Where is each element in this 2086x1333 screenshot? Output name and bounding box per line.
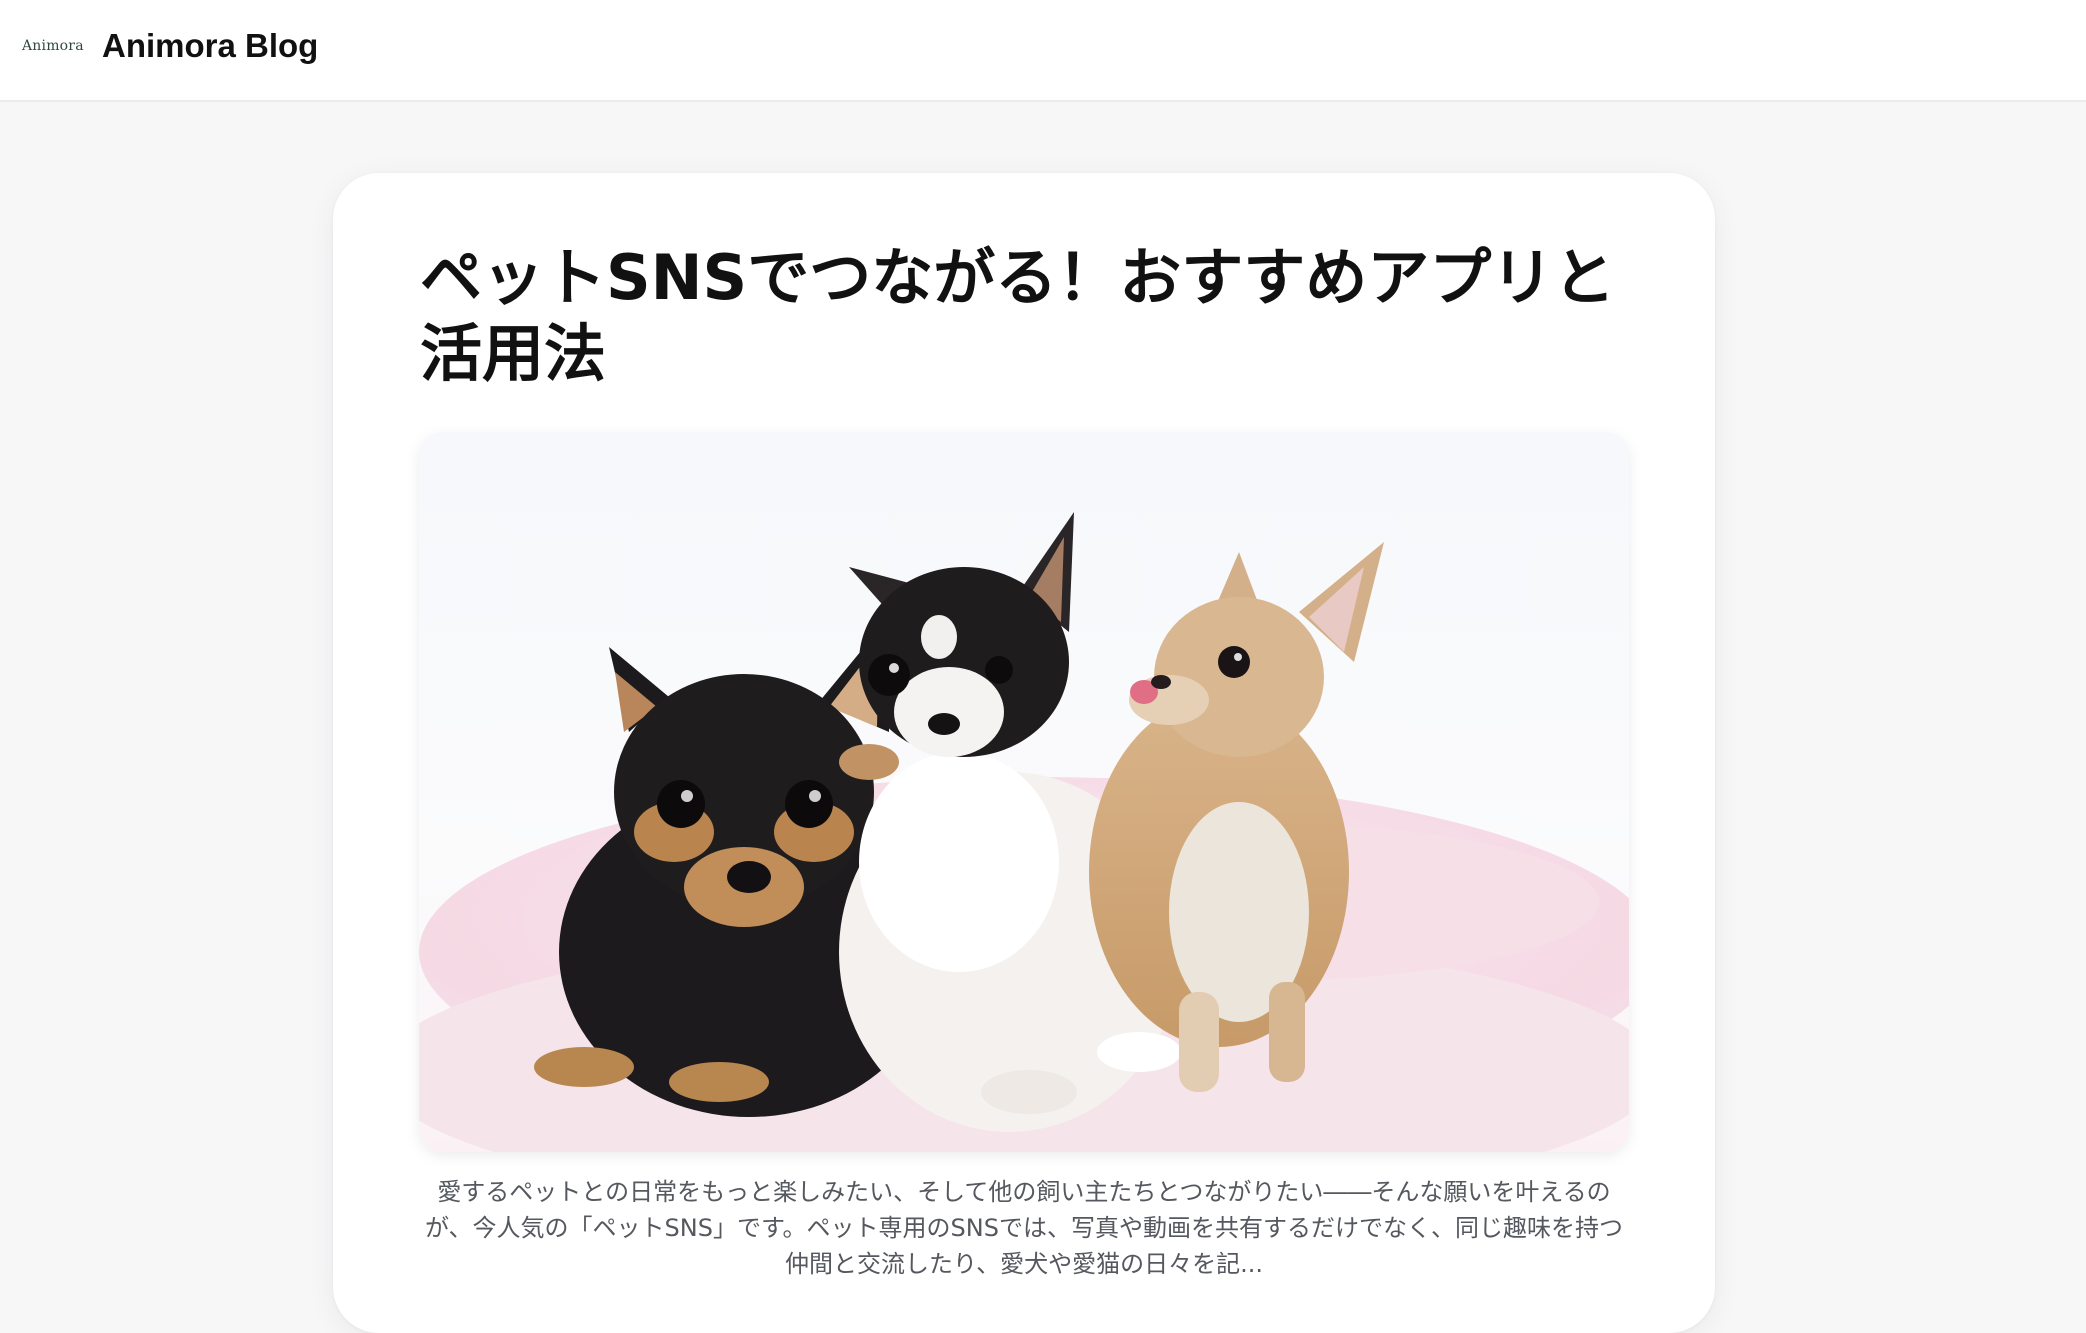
article-excerpt: 愛するペットとの日常をもっと楽しみたい、そして他の飼い主たちとつながりたい――そ… [425,1178,1623,1278]
site-title[interactable]: Animora Blog [102,27,318,65]
puppies-photo [419,512,1629,1152]
site-logo[interactable]: Animora [22,38,84,54]
article-hero-image[interactable] [419,432,1629,1152]
article-title[interactable]: ペットSNSでつながる！おすすめアプリと活用法 [420,240,1660,392]
site-header: Animora Animora Blog [0,0,2086,102]
